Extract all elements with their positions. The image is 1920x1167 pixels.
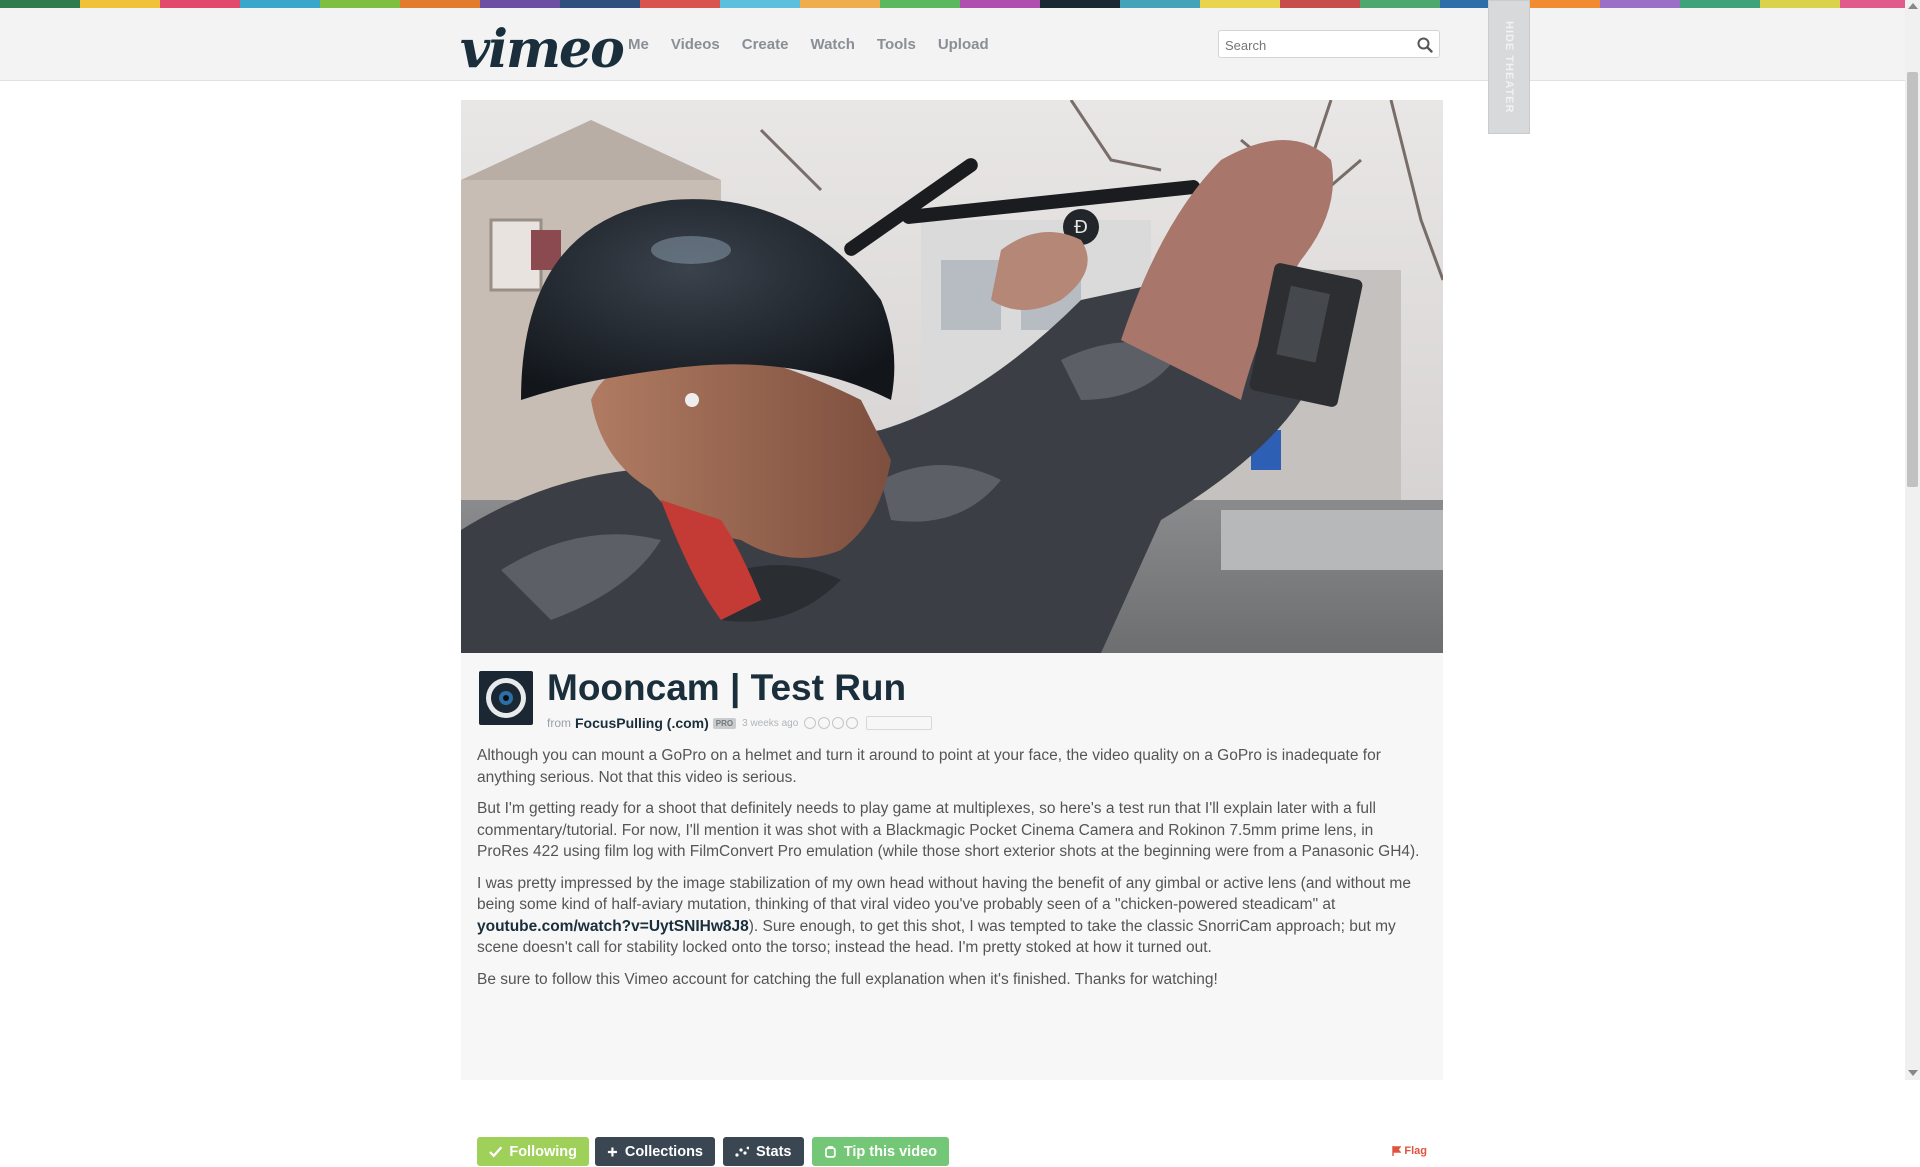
stats-icon bbox=[735, 1146, 749, 1157]
rainbow-segment bbox=[1520, 0, 1600, 8]
stats-button[interactable]: Stats bbox=[723, 1137, 804, 1166]
description-paragraph-2: But I'm getting ready for a shoot that d… bbox=[477, 800, 1420, 860]
posted-time: 3 weeks ago bbox=[742, 717, 799, 729]
video-title: Mooncam | Test Run bbox=[547, 667, 907, 708]
author-avatar[interactable] bbox=[479, 671, 533, 725]
rainbow-segment bbox=[400, 0, 480, 8]
checkmark-icon bbox=[489, 1145, 503, 1157]
rainbow-stripe bbox=[0, 0, 1920, 8]
rainbow-segment bbox=[1760, 0, 1840, 8]
description-paragraph-1: Although you can mount a GoPro on a helm… bbox=[477, 747, 1381, 786]
stats-label: Stats bbox=[756, 1143, 792, 1160]
pro-badge: PRO bbox=[712, 717, 737, 729]
search-input[interactable] bbox=[1223, 33, 1407, 57]
nav-watch[interactable]: Watch bbox=[810, 36, 854, 53]
plus-icon bbox=[607, 1146, 617, 1157]
video-player[interactable]: Ð bbox=[461, 100, 1443, 653]
nav-me[interactable]: Me bbox=[628, 36, 649, 53]
following-label: Following bbox=[509, 1143, 577, 1160]
hide-theater-label: HIDE THEATER bbox=[1503, 20, 1515, 114]
by-icon bbox=[818, 717, 831, 729]
rainbow-segment bbox=[1600, 0, 1680, 8]
cc-icon bbox=[804, 717, 817, 729]
rainbow-segment bbox=[80, 0, 160, 8]
search-box bbox=[1218, 30, 1440, 58]
vimeo-logo[interactable]: vimeo bbox=[460, 20, 625, 80]
rainbow-segment bbox=[1280, 0, 1360, 8]
rainbow-segment bbox=[720, 0, 800, 8]
following-button[interactable]: Following bbox=[477, 1137, 589, 1166]
video-page-container: Ð Mooncam | Test Run from FocusPulling (… bbox=[461, 100, 1443, 1166]
author-link[interactable]: FocusPulling (.com) bbox=[575, 715, 709, 731]
from-label: from bbox=[547, 716, 571, 730]
view-count-badge bbox=[866, 716, 933, 730]
license-icons[interactable] bbox=[804, 717, 859, 729]
video-byline: from FocusPulling (.com) PRO 3 weeks ago bbox=[547, 715, 933, 731]
rainbow-segment bbox=[1200, 0, 1280, 8]
video-actions: Following Collections Stats Tip this vid… bbox=[477, 1137, 1427, 1167]
description-text: I was pretty impressed by the image stab… bbox=[477, 874, 1411, 914]
rainbow-segment bbox=[480, 0, 560, 8]
collections-label: Collections bbox=[624, 1143, 703, 1160]
top-navigation-bar: vimeo Me Videos Create Watch Tools Uploa… bbox=[0, 8, 1905, 81]
main-nav: Me Videos Create Watch Tools Upload bbox=[628, 36, 1011, 53]
rainbow-segment bbox=[800, 0, 880, 8]
video-description: Although you can mount a GoPro on a helm… bbox=[477, 745, 1427, 1000]
scrollbar-thumb[interactable] bbox=[1907, 72, 1918, 487]
page-scrollbar[interactable] bbox=[1905, 0, 1920, 1080]
tip-label: Tip this video bbox=[843, 1143, 937, 1160]
flag-icon bbox=[1392, 1146, 1402, 1156]
search-icon[interactable] bbox=[1415, 35, 1435, 55]
rainbow-segment bbox=[960, 0, 1040, 8]
tip-jar-icon bbox=[825, 1146, 836, 1158]
svg-text:Ð: Ð bbox=[1074, 217, 1088, 238]
collections-button[interactable]: Collections bbox=[595, 1137, 715, 1166]
rainbow-segment bbox=[0, 0, 80, 8]
rainbow-segment bbox=[240, 0, 320, 8]
nc-icon bbox=[832, 717, 845, 729]
flag-link[interactable]: Flag bbox=[1392, 1145, 1427, 1157]
rainbow-segment bbox=[560, 0, 640, 8]
rainbow-segment bbox=[640, 0, 720, 8]
rainbow-segment bbox=[160, 0, 240, 8]
nav-upload[interactable]: Upload bbox=[938, 36, 989, 53]
nav-create[interactable]: Create bbox=[742, 36, 789, 53]
rainbow-segment bbox=[1120, 0, 1200, 8]
scroll-up-arrow-icon[interactable] bbox=[1908, 3, 1918, 9]
scroll-down-arrow-icon[interactable] bbox=[1908, 1070, 1918, 1076]
youtube-link[interactable]: youtube.com/watch?v=UytSNIHw8J8 bbox=[477, 918, 749, 935]
rainbow-segment bbox=[1040, 0, 1120, 8]
rainbow-segment bbox=[880, 0, 960, 8]
sa-icon bbox=[846, 717, 859, 729]
hide-theater-tab[interactable]: HIDE THEATER bbox=[1488, 0, 1530, 134]
description-paragraph-3: I was pretty impressed by the image stab… bbox=[477, 873, 1427, 959]
video-frame-image: Ð bbox=[461, 100, 1443, 653]
description-paragraph-4: Be sure to follow this Vimeo account for… bbox=[477, 970, 1218, 988]
rainbow-segment bbox=[1360, 0, 1440, 8]
nav-videos[interactable]: Videos bbox=[671, 36, 720, 53]
flag-label: Flag bbox=[1404, 1145, 1427, 1157]
nav-tools[interactable]: Tools bbox=[877, 36, 916, 53]
tip-video-button[interactable]: Tip this video bbox=[812, 1137, 949, 1166]
rainbow-segment bbox=[1680, 0, 1760, 8]
rainbow-segment bbox=[320, 0, 400, 8]
